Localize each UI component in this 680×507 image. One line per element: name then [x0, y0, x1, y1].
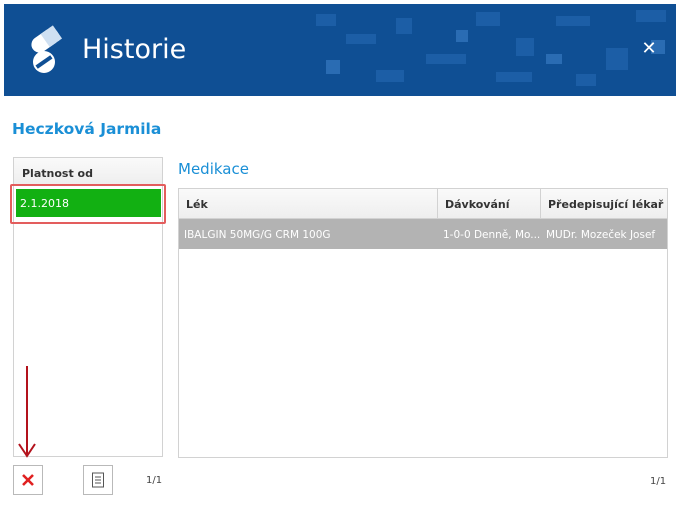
- medication-table-header: Lék Dávkování Předepisující lékař: [179, 189, 667, 219]
- cell-dosage: 1-0-0 Denně, Mo...: [443, 229, 541, 241]
- window-title: Historie: [82, 34, 187, 65]
- delete-button[interactable]: [13, 465, 43, 495]
- down-arrow-annotation: [18, 366, 36, 458]
- document-button[interactable]: [83, 465, 113, 495]
- close-icon[interactable]: ✕: [640, 40, 658, 58]
- delete-x-icon: [22, 474, 34, 486]
- medication-pager: 1/1: [650, 476, 667, 487]
- selection-highlight: [10, 184, 166, 224]
- window-header: Historie ✕: [4, 4, 676, 96]
- document-icon: [92, 472, 104, 488]
- cell-drug: IBALGIN 50MG/G CRM 100G: [184, 229, 331, 241]
- validity-pager: 1/1: [146, 475, 163, 486]
- column-header-doctor[interactable]: Předepisující lékař: [541, 189, 667, 218]
- pills-icon: [31, 25, 63, 73]
- table-row[interactable]: IBALGIN 50MG/G CRM 100G 1-0-0 Denně, Mo.…: [179, 219, 667, 249]
- validity-column-header[interactable]: Platnost od: [14, 158, 162, 186]
- column-header-drug[interactable]: Lék: [179, 189, 438, 218]
- header-pattern: [316, 10, 666, 86]
- patient-name: Heczková Jarmila: [12, 120, 162, 138]
- medication-table: Lék Dávkování Předepisující lékař IBALGI…: [178, 188, 668, 458]
- column-header-dosage[interactable]: Dávkování: [438, 189, 541, 218]
- medication-title: Medikace: [178, 160, 249, 178]
- cell-doctor: MUDr. Mozeček Josef: [546, 229, 656, 241]
